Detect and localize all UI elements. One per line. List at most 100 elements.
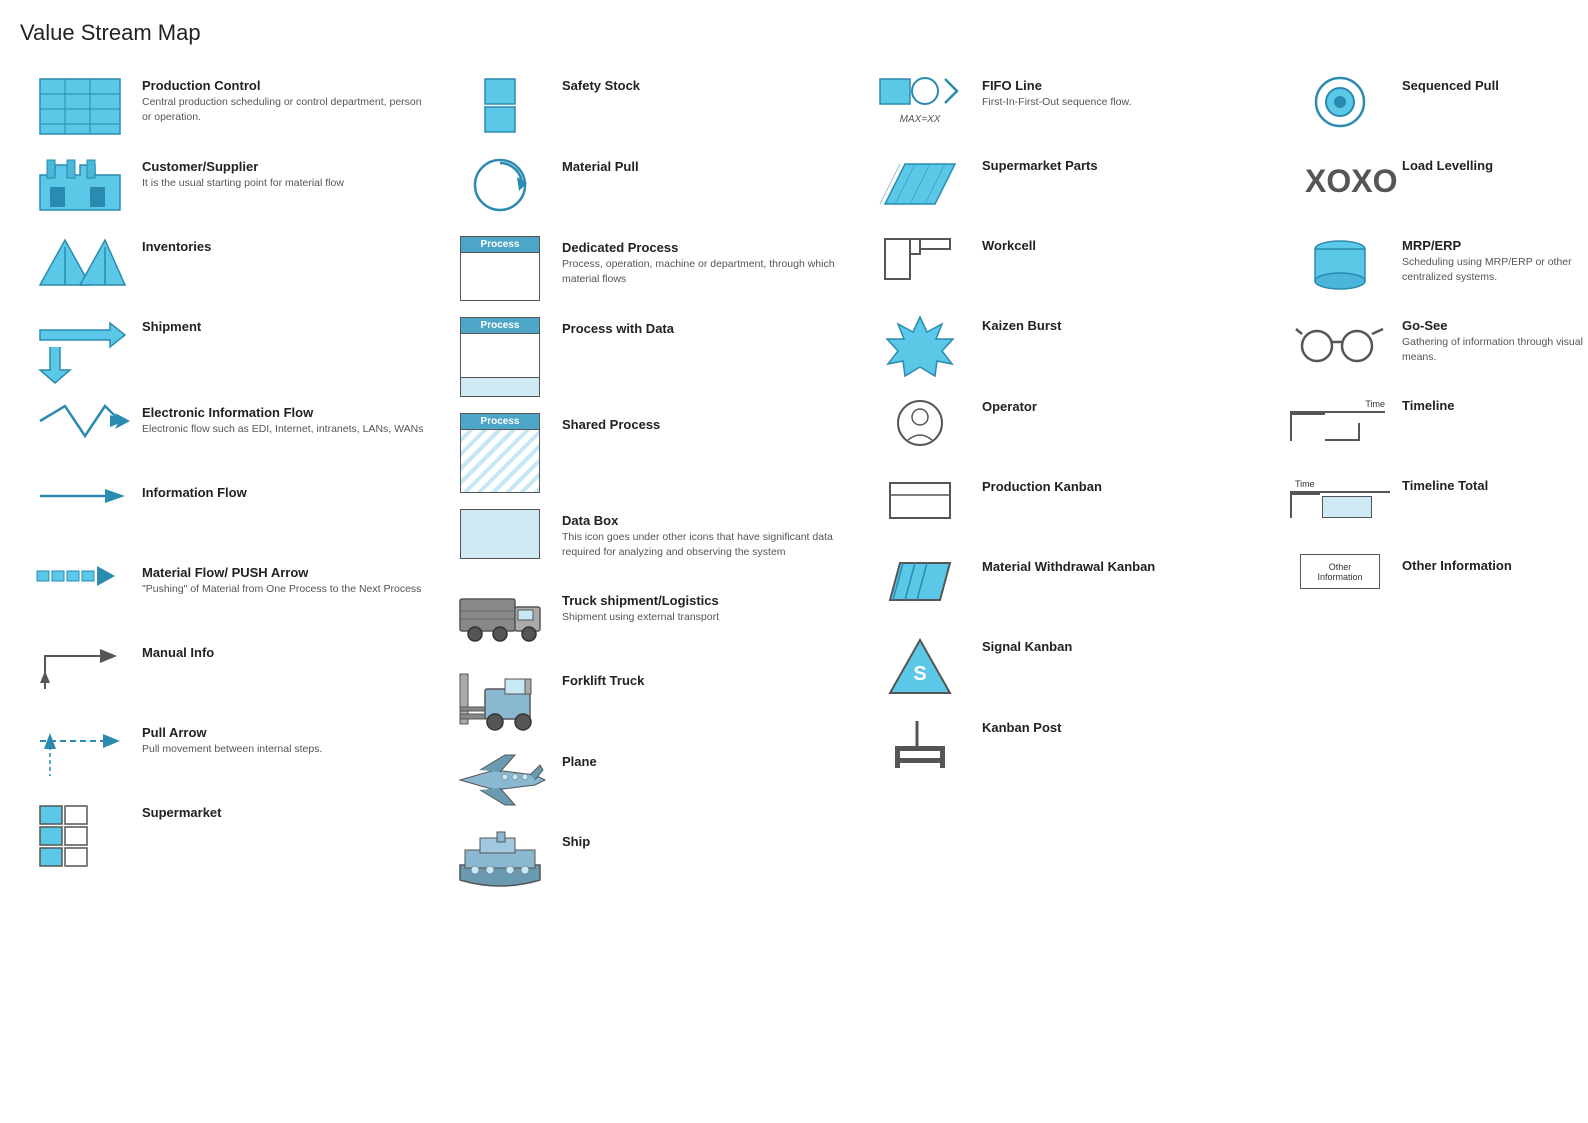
inventories-text: Inventories [142, 235, 430, 256]
go-see-title: Go-See [1402, 318, 1588, 333]
list-item: Inventories [20, 227, 440, 307]
mrp-erp-text: MRP/ERP Scheduling using MRP/ERP or othe… [1402, 234, 1588, 284]
data-box-text: Data Box This icon goes under other icon… [562, 509, 850, 559]
load-levelling-text: Load Levelling [1402, 154, 1588, 175]
list-item: Process Process with Data [440, 309, 860, 405]
kanban-post-text: Kanban Post [982, 716, 1270, 737]
sequenced-pull-icon [1290, 74, 1390, 129]
pull-arrow-title: Pull Arrow [142, 725, 430, 740]
timeline-total-icon: Time [1290, 474, 1390, 518]
list-item: Ship [440, 822, 860, 902]
list-item: Process Shared Process [440, 405, 860, 501]
list-item: Forklift Truck [440, 661, 860, 742]
mrp-erp-desc: Scheduling using MRP/ERP or other centra… [1402, 255, 1588, 284]
process-with-data-icon: Process [450, 317, 550, 397]
signal-kanban-text: Signal Kanban [982, 635, 1270, 656]
timeline-total-title: Timeline Total [1402, 478, 1588, 493]
list-item: OtherInformation Other Information [1280, 546, 1588, 626]
list-item: Customer/Supplier It is the usual starti… [20, 147, 440, 227]
workcell-icon [870, 234, 970, 289]
list-item: Process Dedicated Process Process, opera… [440, 228, 860, 309]
list-item: Manual Info [20, 633, 440, 713]
material-pull-icon [450, 155, 550, 220]
production-kanban-text: Production Kanban [982, 475, 1270, 496]
dedicated-process-text: Dedicated Process Process, operation, ma… [562, 236, 850, 286]
supermarket-parts-title: Supermarket Parts [982, 158, 1270, 173]
ship-title: Ship [562, 834, 850, 849]
list-item: S Signal Kanban [860, 627, 1280, 708]
list-item: Material Flow/ PUSH Arrow "Pushing" of M… [20, 553, 440, 633]
col-0: Production Control Central production sc… [20, 66, 440, 902]
customer-supplier-desc: It is the usual starting point for mater… [142, 176, 430, 191]
shipment-title: Shipment [142, 319, 430, 334]
mrp-erp-icon [1290, 234, 1390, 294]
list-item: Shipment [20, 307, 440, 393]
process-box-body [461, 253, 539, 300]
workcell-text: Workcell [982, 234, 1270, 255]
inventories-icon [30, 235, 130, 290]
list-item: Production Kanban [860, 467, 1280, 547]
material-flow-push-title: Material Flow/ PUSH Arrow [142, 565, 430, 580]
vsm-grid: Production Control Central production sc… [20, 66, 1568, 902]
list-item: Material Pull [440, 147, 860, 228]
process-data-footer [461, 378, 539, 396]
inventories-title: Inventories [142, 239, 430, 254]
list-item: Operator [860, 387, 1280, 467]
timeline-text: Timeline [1402, 394, 1588, 415]
kanban-post-icon [870, 716, 970, 776]
kaizen-burst-icon [870, 314, 970, 379]
electronic-info-flow-text: Electronic Information Flow Electronic f… [142, 401, 430, 437]
svg-text:S: S [913, 663, 926, 685]
shipment-text: Shipment [142, 315, 430, 336]
timeline-label: Time [1290, 399, 1385, 409]
sequenced-pull-title: Sequenced Pull [1402, 78, 1588, 93]
col-1: Safety Stock Material Pull [440, 66, 860, 902]
data-box-shape [460, 509, 540, 559]
fifo-line-icon: MAX=XX [870, 74, 970, 125]
electronic-info-flow-desc: Electronic flow such as EDI, Internet, i… [142, 422, 430, 437]
shared-process-body [461, 430, 539, 492]
safety-stock-text: Safety Stock [562, 74, 850, 95]
shipment-icon [30, 315, 130, 385]
fifo-line-title: FIFO Line [982, 78, 1270, 93]
shared-process-title: Shared Process [562, 417, 850, 432]
information-flow-title: Information Flow [142, 485, 430, 500]
ship-text: Ship [562, 830, 850, 851]
truck-shipment-desc: Shipment using external transport [562, 610, 850, 625]
information-flow-text: Information Flow [142, 481, 430, 502]
material-flow-push-icon [30, 561, 130, 591]
shared-process-icon: Process [450, 413, 550, 493]
timeline-total-label: Time [1295, 479, 1390, 489]
kaizen-burst-title: Kaizen Burst [982, 318, 1270, 333]
operator-title: Operator [982, 399, 1270, 414]
customer-supplier-title: Customer/Supplier [142, 159, 430, 174]
list-item: MAX=XX FIFO Line First-In-First-Out sequ… [860, 66, 1280, 146]
material-withdrawal-kanban-icon [870, 555, 970, 610]
operator-text: Operator [982, 395, 1270, 416]
dedicated-process-icon: Process [450, 236, 550, 301]
go-see-text: Go-See Gathering of information through … [1402, 314, 1588, 364]
data-box-title: Data Box [562, 513, 850, 528]
manual-info-text: Manual Info [142, 641, 430, 662]
material-withdrawal-kanban-title: Material Withdrawal Kanban [982, 559, 1270, 574]
supermarket-parts-icon [870, 154, 970, 214]
fifo-line-desc: First-In-First-Out sequence flow. [982, 95, 1270, 110]
material-pull-title: Material Pull [562, 159, 850, 174]
mrp-erp-title: MRP/ERP [1402, 238, 1588, 253]
list-item: Plane [440, 742, 860, 822]
plane-icon [450, 750, 550, 805]
electronic-info-flow-title: Electronic Information Flow [142, 405, 430, 420]
workcell-title: Workcell [982, 238, 1270, 253]
list-item: Production Control Central production sc… [20, 66, 440, 147]
shared-process-label: Process [461, 414, 539, 430]
other-information-title: Other Information [1402, 558, 1588, 573]
process-data-label: Process [461, 318, 539, 334]
list-item: Information Flow [20, 473, 440, 553]
sequenced-pull-text: Sequenced Pull [1402, 74, 1588, 95]
list-item: Go-See Gathering of information through … [1280, 306, 1588, 386]
other-information-text: Other Information [1402, 554, 1588, 575]
list-item: Electronic Information Flow Electronic f… [20, 393, 440, 473]
forklift-truck-icon [450, 669, 550, 734]
process-box-label: Process [461, 237, 539, 253]
material-withdrawal-kanban-text: Material Withdrawal Kanban [982, 555, 1270, 576]
